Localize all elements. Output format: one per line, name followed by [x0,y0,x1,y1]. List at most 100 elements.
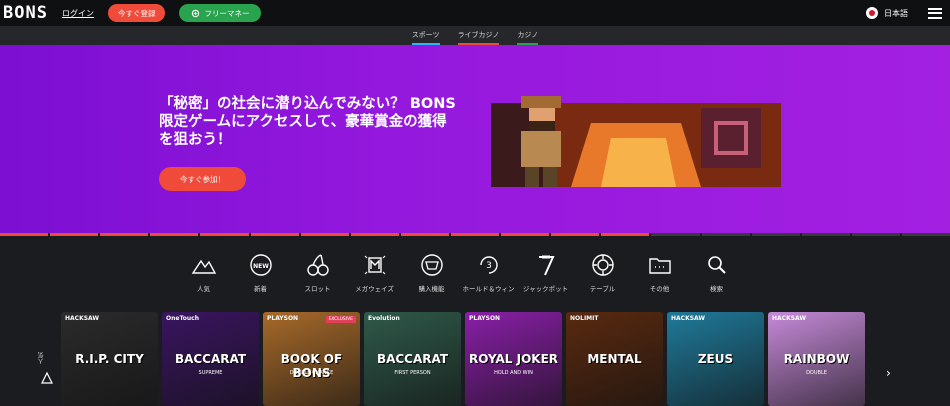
category-label: ジャックポット [522,285,569,293]
category-label: テーブル [589,285,616,293]
svg-text:3: 3 [486,261,492,271]
game-provider: OneTouch [166,315,199,322]
game-title: ROYAL JOKER [468,352,559,366]
carousel-dot[interactable] [100,233,149,236]
carousel-dot[interactable] [50,233,99,236]
new-badge-icon: NEW [249,254,272,276]
seven-icon [538,255,555,276]
carousel-dot[interactable] [601,233,650,236]
category-label: スロット [304,285,331,293]
game-title: ZEUS [697,352,734,366]
hero-illustration [491,96,781,187]
game-tile[interactable]: Evolution BACCARAT FIRST PERSON [364,312,461,406]
category-slots[interactable]: スロット [289,252,346,293]
category-label: 人気 [197,285,210,293]
game-tile[interactable]: NOLIMIT MENTAL [566,312,663,406]
hero-headline: 「秘密」の社会に潜り込んでみない？ BONS限定ゲームにアクセスして、豪華賞金の… [159,96,456,148]
game-provider: PLAYSON [267,315,299,322]
tab-casino[interactable]: カジノ [517,30,539,45]
megaways-icon [364,255,385,275]
game-title: BACCARAT [376,352,449,366]
chip-icon [591,254,614,276]
category-search[interactable]: 検索 [688,252,745,293]
top-header: BONS ログイン 今すぐ登録 フリーマネー 日本語 [0,0,950,26]
hold-win-icon: 3 [479,256,498,274]
carousel-dot[interactable] [551,233,600,236]
game-provider: HACKSAW [65,315,100,322]
login-link[interactable]: ログイン [62,8,94,19]
carousel-dot[interactable] [150,233,199,236]
category-buy-feature[interactable]: 購入機能 [403,252,460,293]
game-tile[interactable]: HACKSAW RAINBOW DOUBLE [768,312,865,406]
game-subtitle: SUPREME [198,370,223,376]
game-title: RAINBOW [783,352,850,366]
carousel-dot[interactable] [801,233,850,236]
category-bar: 人気 NEW 新着 スロット メガウェイズ 購入機能 3 ホールド＆ウィン ジャ… [175,252,745,293]
game-subtitle: DOUBLE CHANCE [289,370,334,376]
basket-icon [420,254,443,276]
carousel-dot[interactable] [901,233,950,236]
chevron-right-icon[interactable]: › [886,366,891,380]
game-provider: Evolution [368,315,400,322]
mountain-icon [191,259,216,274]
bons-logo[interactable]: BONS [3,3,48,23]
game-provider: HACKSAW [671,315,706,322]
game-tile[interactable]: PLAYSON EXCLUSIVE BOOK OF BONS DOUBLE CH… [263,312,360,406]
game-title: BACCARAT [174,352,247,366]
search-icon [707,256,726,274]
row-icon[interactable] [41,372,53,384]
row-fade [866,312,950,406]
svg-text:NEW: NEW [253,263,269,270]
carousel-dot[interactable] [0,233,49,236]
carousel-dot[interactable] [751,233,800,236]
language-selector[interactable]: 日本語 [884,8,908,19]
tab-sports[interactable]: スポーツ [411,30,440,45]
game-title: MENTAL [587,352,642,366]
game-title: R.I.P. CITY [75,352,144,366]
game-tile[interactable]: OneTouch BACCARAT SUPREME [162,312,259,406]
carousel-dot[interactable] [651,233,700,236]
category-other[interactable]: その他 [631,252,688,293]
carousel-dot[interactable] [250,233,299,236]
game-provider: NOLIMIT [570,315,599,322]
category-label: 新着 [254,285,267,293]
game-provider: HACKSAW [772,315,807,322]
game-provider: PLAYSON [469,315,501,322]
carousel-dot[interactable] [350,233,399,236]
carousel-dot[interactable] [400,233,449,236]
hero-banner[interactable]: 「秘密」の社会に潜り込んでみない？ BONS限定ゲームにアクセスして、豪華賞金の… [0,45,950,233]
join-now-button[interactable]: 今すぐ参加！ [159,167,246,191]
category-label: ホールド＆ウィン [462,285,515,293]
category-jackpot[interactable]: ジャックポット [517,252,574,293]
game-row: HACKSAW R.I.P. CITY OneTouch BACCARAT SU… [61,312,865,406]
free-money-button[interactable]: フリーマネー [179,4,262,22]
carousel-dot[interactable] [701,233,750,236]
menu-icon[interactable] [928,7,942,19]
exclusive-badge: EXCLUSIVE [325,316,356,323]
game-subtitle: FIRST PERSON [394,370,431,376]
carousel-dot[interactable] [851,233,900,236]
carousel-dot[interactable] [200,233,249,236]
hero-carousel-progress [0,233,950,236]
game-subtitle: DOUBLE [806,370,827,376]
carousel-dot[interactable] [501,233,550,236]
category-megaways[interactable]: メガウェイズ [346,252,403,293]
category-label: 購入機能 [418,285,445,293]
section-tabs: スポーツ ライブカジノ カジノ [0,26,950,45]
japan-flag-icon[interactable] [866,7,878,19]
game-tile[interactable]: HACKSAW R.I.P. CITY [61,312,158,406]
category-label: 検索 [710,285,723,293]
tab-live-casino[interactable]: ライブカジノ [457,30,500,45]
row-label: 人気 [38,352,45,364]
category-table[interactable]: テーブル [574,252,631,293]
category-new[interactable]: NEW 新着 [232,252,289,293]
game-tile[interactable]: PLAYSON ROYAL JOKER HOLD AND WIN [465,312,562,406]
category-popular[interactable]: 人気 [175,252,232,293]
game-tile[interactable]: HACKSAW ZEUS [667,312,764,406]
cherry-icon [306,254,329,276]
register-button[interactable]: 今すぐ登録 [107,4,166,22]
category-hold-win[interactable]: 3 ホールド＆ウィン [460,252,517,293]
carousel-dot[interactable] [300,233,349,236]
carousel-dot[interactable] [450,233,500,236]
gift-icon [192,9,200,17]
